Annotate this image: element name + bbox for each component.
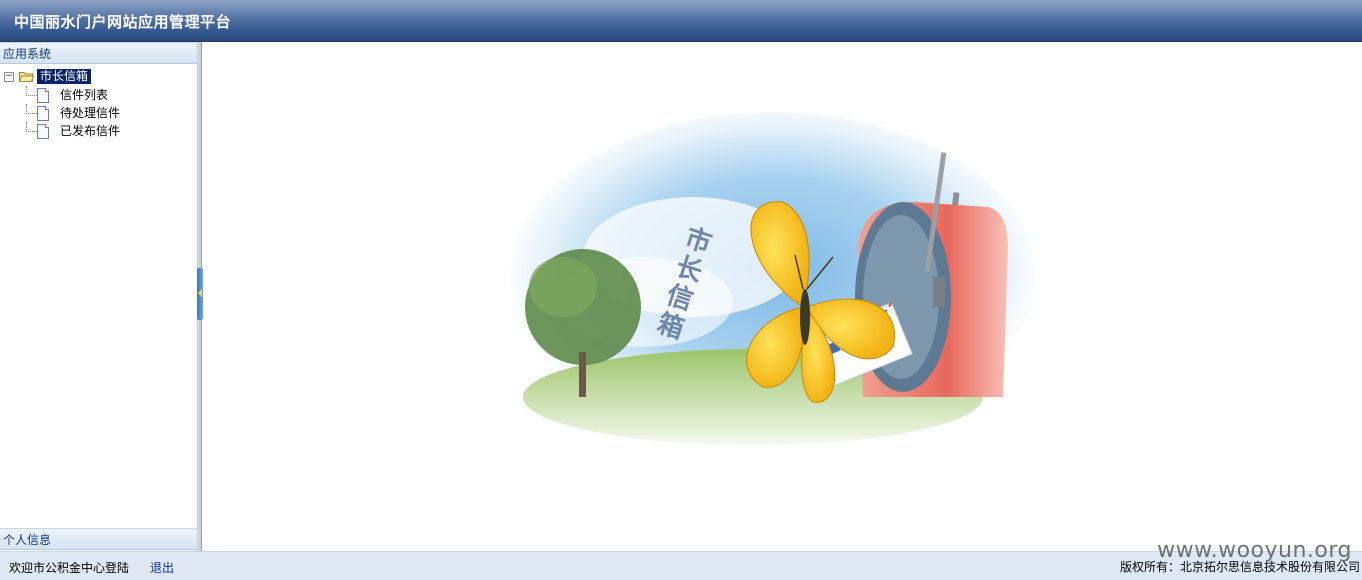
document-icon (37, 88, 49, 103)
tree-branch-line (26, 86, 37, 96)
sidebar-section-personal-info[interactable]: 个人信息 (0, 528, 197, 550)
document-icon (37, 124, 49, 139)
logout-link[interactable]: 退出 (150, 559, 174, 576)
app-header: 中国丽水门户网站应用管理平台 (0, 0, 1362, 42)
arrow-left-icon (198, 289, 202, 297)
tree-root-mayor-mailbox[interactable]: 市长信箱 (37, 69, 92, 84)
tree-branch-line (26, 104, 37, 114)
tree-item-label[interactable]: 已发布信件 (60, 122, 120, 140)
tree-item-label[interactable]: 信件列表 (60, 86, 108, 104)
watermark-text: www.wooyun.org (1157, 538, 1352, 563)
sidebar: 应用系统 − 市长信箱 信件列表 待处理信件 已发布信件 个人信息 (0, 42, 198, 551)
mayor-mailbox-illustration: 市 长 信 箱 (511, 112, 1035, 445)
tree-item-label[interactable]: 待处理信件 (60, 104, 120, 122)
main-content: 市 长 信 箱 (203, 42, 1362, 551)
document-icon (37, 106, 49, 121)
app-title: 中国丽水门户网站应用管理平台 (14, 13, 232, 31)
sidebar-section-apps[interactable]: 应用系统 (0, 42, 197, 64)
tree-branch-line (26, 122, 37, 132)
welcome-text: 欢迎市公积金中心登陆 (9, 561, 130, 575)
open-folder-icon (19, 72, 34, 82)
collapse-icon[interactable]: − (4, 72, 14, 82)
